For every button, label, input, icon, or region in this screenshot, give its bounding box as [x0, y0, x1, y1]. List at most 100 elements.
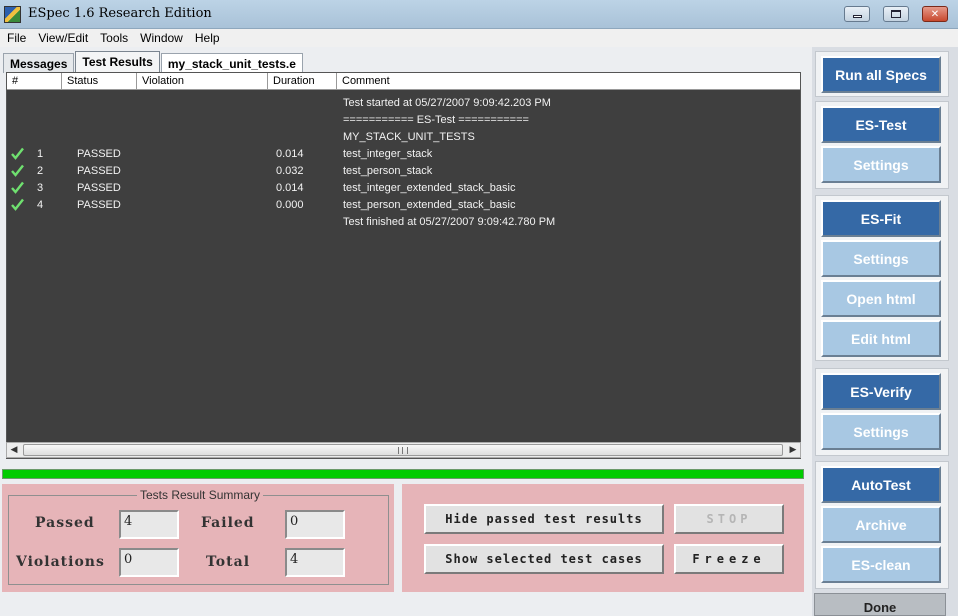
table-row[interactable]: 1 PASSED 0.014 test_integer_stack [7, 146, 800, 163]
tab-my-stack-unit-tests[interactable]: my_stack_unit_tests.e [160, 53, 303, 73]
es-test-button[interactable]: ES-Test [821, 106, 941, 143]
summary-panel: Tests Result Summary Passed 4 Failed 0 V… [2, 484, 394, 592]
autotest-button[interactable]: AutoTest [821, 466, 941, 503]
cell-status: PASSED [77, 165, 121, 177]
menu-help[interactable]: Help [191, 31, 224, 45]
es-verify-settings-button[interactable]: Settings [821, 413, 941, 450]
passed-label: Passed [35, 515, 95, 531]
table-header: # Status Violation Duration Comment [7, 73, 800, 90]
results-table[interactable]: # Status Violation Duration Comment Test… [6, 72, 801, 459]
cell-num: 4 [37, 199, 44, 211]
total-label: Total [206, 554, 251, 570]
main-area: Messages Test Results my_stack_unit_test… [0, 47, 812, 616]
violations-field[interactable]: 0 [119, 548, 179, 577]
cell-status: PASSED [77, 199, 121, 211]
tab-test-results[interactable]: Test Results [75, 51, 160, 73]
es-fit-button[interactable]: ES-Fit [821, 200, 941, 237]
summary-title: Tests Result Summary [137, 488, 264, 502]
column-header-comment[interactable]: Comment [337, 73, 800, 90]
run-group: Run all Specs [815, 51, 949, 97]
check-icon [11, 147, 24, 160]
sidebar: Run all Specs ES-Test Settings ES-Fit Se… [812, 47, 958, 616]
done-button[interactable]: Done [814, 593, 946, 616]
status-strip [0, 595, 812, 616]
menu-bar: File View/Edit Tools Window Help [0, 29, 958, 47]
scroll-left-icon[interactable]: ◀ [7, 443, 21, 457]
cell-comment: test_person_stack [343, 165, 433, 177]
es-fit-group: ES-Fit Settings Open html Edit html [815, 195, 949, 361]
show-selected-button[interactable]: Show selected test cases [424, 544, 664, 574]
cell-comment: Test finished at 05/27/2007 9:09:42.780 … [343, 216, 556, 228]
es-fit-settings-button[interactable]: Settings [821, 240, 941, 277]
cell-num: 1 [37, 148, 44, 160]
tab-bar: Messages Test Results my_stack_unit_test… [3, 51, 304, 73]
table-row[interactable]: MY_STACK_UNIT_TESTS [7, 129, 800, 146]
violations-label: Violations [16, 554, 105, 570]
maximize-button[interactable] [883, 6, 909, 22]
cell-comment: =========== ES-Test =========== [343, 114, 529, 126]
es-verify-group: ES-Verify Settings [815, 368, 949, 456]
grip-icon [398, 447, 408, 454]
open-html-button[interactable]: Open html [821, 280, 941, 317]
menu-view-edit[interactable]: View/Edit [34, 31, 92, 45]
edit-html-button[interactable]: Edit html [821, 320, 941, 357]
es-verify-button[interactable]: ES-Verify [821, 373, 941, 410]
passed-field[interactable]: 4 [119, 510, 179, 539]
table-row[interactable]: 4 PASSED 0.000 test_person_extended_stack_b… [7, 197, 800, 214]
window-title: ESpec 1.6 Research Edition [28, 6, 212, 21]
column-header-number[interactable]: # [7, 73, 62, 90]
title-bar: ESpec 1.6 Research Edition ✕ [0, 0, 958, 29]
horizontal-scrollbar[interactable]: ◀ ▶ [6, 442, 801, 458]
close-icon: ✕ [930, 8, 940, 20]
table-row[interactable]: Test finished at 05/27/2007 9:09:42.780 … [7, 214, 800, 231]
archive-button[interactable]: Archive [821, 506, 941, 543]
tools-group: AutoTest Archive ES-clean [815, 461, 949, 589]
freeze-button[interactable]: Freeze [674, 544, 784, 574]
cell-comment: Test started at 05/27/2007 9:09:42.203 P… [343, 97, 551, 109]
cell-duration: 0.014 [276, 182, 304, 194]
cell-status: PASSED [77, 148, 121, 160]
table-row[interactable]: Test started at 05/27/2007 9:09:42.203 P… [7, 95, 800, 112]
stop-button[interactable]: STOP [674, 504, 784, 534]
menu-file[interactable]: File [3, 31, 30, 45]
progress-bar [2, 469, 804, 479]
column-header-duration[interactable]: Duration [268, 73, 337, 90]
tab-messages[interactable]: Messages [3, 53, 75, 73]
minimize-button[interactable] [844, 6, 870, 22]
failed-label: Failed [201, 515, 255, 531]
summary-group: Tests Result Summary Passed 4 Failed 0 V… [8, 488, 389, 585]
cell-comment: MY_STACK_UNIT_TESTS [343, 131, 475, 143]
cell-num: 3 [37, 182, 44, 194]
cell-num: 2 [37, 165, 44, 177]
cell-duration: 0.000 [276, 199, 304, 211]
cell-duration: 0.032 [276, 165, 304, 177]
menu-window[interactable]: Window [136, 31, 187, 45]
check-icon [11, 198, 24, 211]
table-row[interactable]: 3 PASSED 0.014 test_integer_extended_stack_… [7, 180, 800, 197]
minimize-icon [852, 15, 862, 18]
column-header-status[interactable]: Status [62, 73, 137, 90]
es-test-group: ES-Test Settings [815, 101, 949, 189]
run-all-specs-button[interactable]: Run all Specs [821, 56, 941, 93]
table-row[interactable]: 2 PASSED 0.032 test_person_stack [7, 163, 800, 180]
cell-comment: test_integer_stack [343, 148, 433, 160]
scroll-thumb[interactable] [23, 444, 783, 456]
cell-comment: test_person_extended_stack_basic [343, 199, 516, 211]
cell-duration: 0.014 [276, 148, 304, 160]
maximize-icon [891, 10, 901, 18]
cell-comment: test_integer_extended_stack_basic [343, 182, 516, 194]
es-clean-button[interactable]: ES-clean [821, 546, 941, 583]
total-field[interactable]: 4 [285, 548, 345, 577]
failed-field[interactable]: 0 [285, 510, 345, 539]
es-test-settings-button[interactable]: Settings [821, 146, 941, 183]
actions-panel: Hide passed test results STOP Show selec… [402, 484, 804, 592]
table-row[interactable]: =========== ES-Test =========== [7, 112, 800, 129]
check-icon [11, 164, 24, 177]
hide-passed-button[interactable]: Hide passed test results [424, 504, 664, 534]
scroll-right-icon[interactable]: ▶ [786, 443, 800, 457]
close-button[interactable]: ✕ [922, 6, 948, 22]
app-icon [4, 6, 21, 23]
cell-status: PASSED [77, 182, 121, 194]
column-header-violation[interactable]: Violation [137, 73, 268, 90]
menu-tools[interactable]: Tools [96, 31, 132, 45]
